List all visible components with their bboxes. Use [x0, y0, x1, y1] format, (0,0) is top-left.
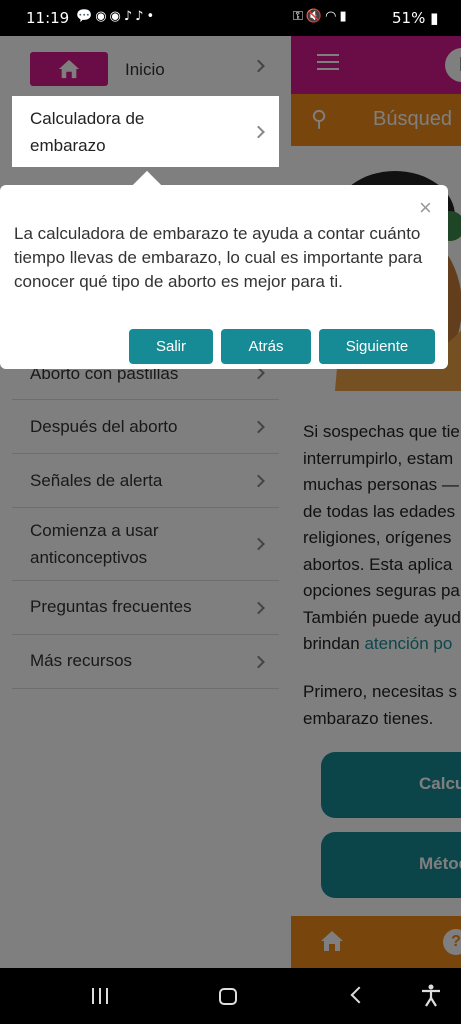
tour-tooltip: × La calculadora de embarazo te ayuda a … [0, 170, 448, 369]
tiktok-icon: ♪ [123, 9, 136, 24]
key-icon: ⚿ [293, 9, 306, 24]
wifi-icon: ◠ [325, 9, 340, 24]
messenger-icon: ◉ [95, 9, 110, 24]
battery-icon: ▮ [430, 9, 439, 27]
drawer-item-pregnancy-calculator[interactable]: Calculadora de embarazo [12, 96, 279, 167]
tiktok-icon: ♪ [135, 9, 147, 24]
mute-icon: 🔇 [305, 9, 326, 24]
chat-bubble-icon: 💬 [76, 9, 96, 24]
accessibility-icon[interactable] [420, 984, 442, 1008]
drawer-item-label: Calculadora de embarazo [30, 109, 145, 155]
tour-overlay[interactable] [0, 36, 461, 968]
signal-icon: ▮ [339, 9, 350, 24]
chevron-right-icon [252, 125, 265, 138]
dot-icon: • [146, 9, 158, 24]
exit-button[interactable]: Salir [129, 329, 213, 364]
app-screen: I ⚲ Búsqued Si sospechas que tie interru… [0, 36, 461, 968]
messenger-icon: ◉ [109, 9, 124, 24]
notification-icons: 💬◉◉♪♪• [76, 9, 157, 24]
recents-icon[interactable] [92, 988, 113, 1009]
status-bar: 11:19 💬◉◉♪♪• ⚿🔇◠▮ 51% ▮ [0, 0, 461, 36]
status-time: 11:19 [26, 9, 70, 27]
next-button[interactable]: Siguiente [319, 329, 435, 364]
battery-level: 51% ▮ [392, 9, 438, 27]
system-navigation-bar [0, 968, 461, 1024]
tooltip-text: La calculadora de embarazo te ayuda a co… [14, 224, 423, 291]
battery-percent: 51% [392, 9, 426, 27]
close-icon[interactable]: × [419, 195, 432, 221]
system-home-icon[interactable] [219, 988, 237, 1005]
back-icon[interactable] [350, 986, 368, 1004]
system-icons: ⚿🔇◠▮ [293, 9, 350, 24]
back-button[interactable]: Atrás [221, 329, 311, 364]
